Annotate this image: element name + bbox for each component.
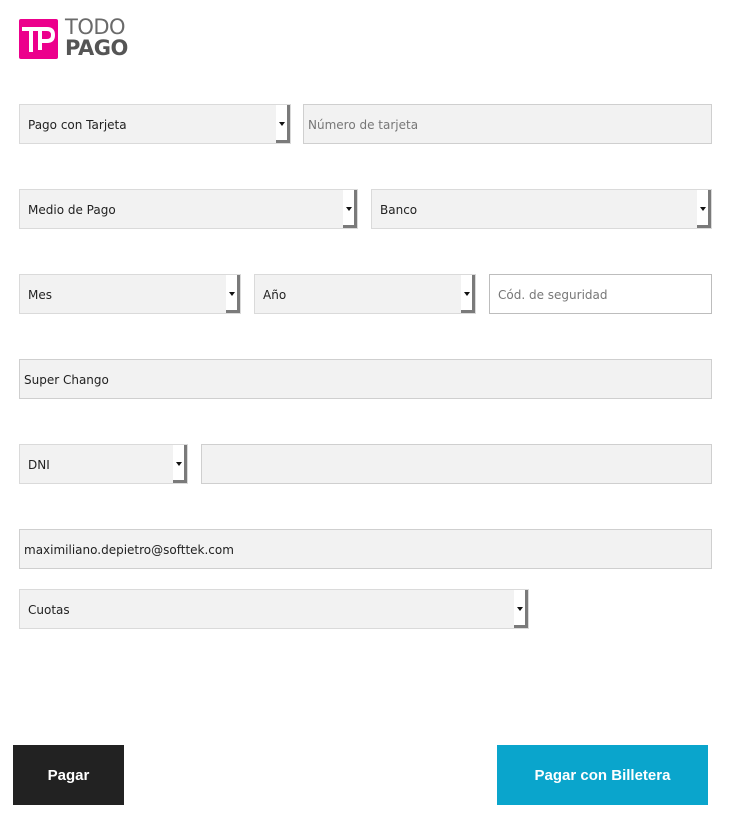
card-number-placeholder: Número de tarjeta: [308, 118, 419, 132]
installments-value: Cuotas: [28, 603, 70, 617]
brand-line-1: TODO: [65, 15, 126, 39]
document-number-input[interactable]: [201, 444, 712, 484]
chevron-down-icon: [343, 190, 357, 228]
payment-method-value: Medio de Pago: [28, 203, 116, 217]
payment-method-select[interactable]: Medio de Pago: [19, 189, 358, 229]
bank-value: Banco: [380, 203, 418, 217]
pay-button[interactable]: Pagar: [13, 745, 124, 805]
bank-select[interactable]: Banco: [371, 189, 712, 229]
brand-line-2: PAGO: [65, 36, 128, 60]
chevron-down-icon: [461, 275, 475, 313]
chevron-down-icon: [514, 590, 528, 628]
chevron-down-icon: [697, 190, 711, 228]
security-code-placeholder: Cód. de seguridad: [498, 288, 608, 302]
year-select[interactable]: Año: [254, 274, 476, 314]
document-type-select[interactable]: DNI: [19, 444, 188, 484]
brand-wordmark: TODO PAGO: [65, 17, 128, 59]
chevron-down-icon: [276, 105, 290, 143]
security-code-input[interactable]: Cód. de seguridad: [489, 274, 712, 314]
payment-type-value: Pago con Tarjeta: [28, 118, 127, 132]
cardholder-name-input[interactable]: Super Chango: [19, 359, 712, 399]
installments-select[interactable]: Cuotas: [19, 589, 529, 629]
todopago-logo-icon: [19, 19, 58, 59]
chevron-down-icon: [173, 445, 187, 483]
month-select[interactable]: Mes: [19, 274, 241, 314]
year-value: Año: [263, 288, 287, 302]
cardholder-name-value: Super Chango: [24, 373, 109, 387]
pay-with-wallet-button[interactable]: Pagar con Billetera: [497, 745, 708, 805]
document-type-value: DNI: [28, 458, 50, 472]
chevron-down-icon: [226, 275, 240, 313]
card-number-input[interactable]: Número de tarjeta: [303, 104, 712, 144]
email-value: maximiliano.depietro@softtek.com: [24, 543, 234, 557]
email-input[interactable]: maximiliano.depietro@softtek.com: [19, 529, 712, 569]
payment-type-select[interactable]: Pago con Tarjeta: [19, 104, 291, 144]
month-value: Mes: [28, 288, 52, 302]
